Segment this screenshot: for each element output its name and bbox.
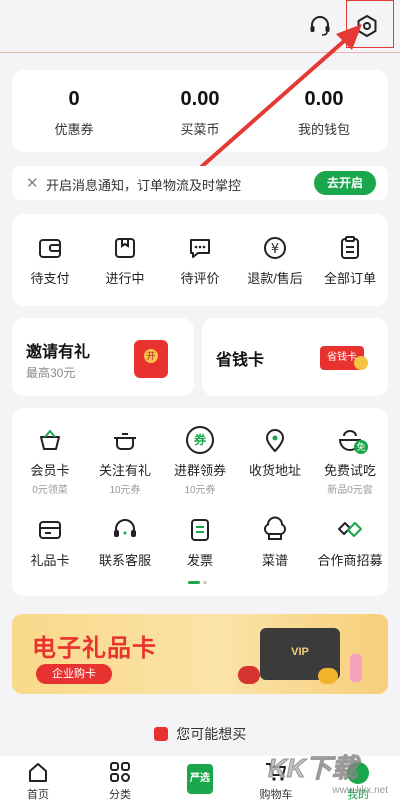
services-card: 会员卡 0元领菜 关注有礼 10元券 券 进群领券 10元券 收货地址 免 免费… [12,408,388,596]
service-join-group[interactable]: 券 进群领券 10元券 [162,426,238,496]
bowl-icon: 免 [336,426,368,454]
service-label: 收货地址 [248,463,301,478]
service-sub: 0元领菜 [32,485,68,496]
service-label: 礼品卡 [30,553,70,568]
service-label: 发票 [186,553,213,568]
service-invoice[interactable]: 发票 [162,516,238,569]
order-pending-payment[interactable]: 待支付 [12,234,88,287]
grid-icon [109,762,131,782]
comment-icon [186,234,214,262]
pot-icon [111,426,139,454]
invite-promo-card[interactable]: 邀请有礼 最高30元 开 [12,318,194,396]
chef-hat-icon [261,516,289,544]
service-label: 合作商招募 [317,553,383,568]
service-free-trial[interactable]: 免 免费试吃 新品0元尝 [312,426,388,496]
shopping-bag-icon [153,727,168,741]
service-label: 菜谱 [261,553,288,568]
red-envelope-icon: 开 [134,340,168,378]
page-indicator [188,581,200,584]
wallet-icon [36,234,64,262]
banner-title: 电子礼品卡 [32,635,157,662]
service-label: 免费试吃 [323,463,376,478]
clipboard-icon [336,234,364,262]
service-recipes[interactable]: 菜谱 [237,516,313,569]
recommend-label: 您可能想买 [176,726,247,742]
service-address[interactable]: 收货地址 [237,426,313,479]
box-icon [111,234,139,262]
service-sub: 10元券 [109,485,141,496]
order-label: 进行中 [105,271,145,286]
tab-label: 分类 [109,789,131,801]
recommend-heading: 您可能想买 [0,724,400,744]
service-follow-gift[interactable]: 关注有礼 10元券 [87,426,163,496]
order-all[interactable]: 全部订单 [312,234,388,287]
watermark: KK下载 www.kkx.net [268,748,396,800]
selection-bag-icon: 严选 [187,764,213,794]
location-icon [261,426,289,454]
invite-subtitle: 最高30元 [26,366,76,380]
refund-icon: ¥ [261,234,289,262]
service-sub: 10元券 [184,485,216,496]
vip-card-text: VIP [291,646,309,658]
notification-bar: ✕ 开启消息通知，订单物流及时掌控 去开启 [12,166,388,200]
headset-icon [111,516,139,544]
service-label: 进群领券 [173,463,226,478]
banner-subtitle: 企业购卡 [36,664,112,684]
svg-text:¥: ¥ [271,242,279,257]
order-pending-review[interactable]: 待评价 [162,234,238,287]
free-badge: 免 [354,440,368,454]
service-label: 关注有礼 [98,463,151,478]
handshake-icon [336,516,364,544]
tab-label: 首页 [27,789,49,801]
coin-icon [354,356,368,370]
watermark-brand: KK下载 [268,753,359,784]
service-sub: 新品0元尝 [327,485,373,496]
orders-card: 待支付 进行中 待评价 ¥ 退款/售后 全部订单 [12,214,388,306]
service-label: 会员卡 [30,463,70,478]
fruit-decoration [350,654,362,682]
watermark-url: www.kkx.net [332,785,388,796]
order-label: 退款/售后 [247,271,303,286]
service-gift-card[interactable]: 礼品卡 [12,516,88,569]
invite-title: 邀请有礼 [26,344,91,361]
service-customer-support[interactable]: 联系客服 [87,516,163,569]
page-indicator-dot [203,581,207,584]
service-label: 联系客服 [98,553,151,568]
annotation-arrow [198,24,362,170]
order-label: 全部订单 [323,271,376,286]
fruit-decoration [238,666,260,684]
savings-title: 省钱卡 [216,352,265,369]
invoice-icon [186,516,214,544]
envelope-label: 开 [144,349,158,363]
coupon-icon: 券 [186,426,214,454]
tab-category[interactable]: 分类 [90,756,150,803]
order-label: 待评价 [180,271,220,286]
tab-home[interactable]: 首页 [8,756,68,803]
savings-card-promo[interactable]: 省钱卡 省钱卡 [202,318,388,396]
card-icon [36,516,64,544]
notification-text: 开启消息通知，订单物流及时掌控 [46,178,242,193]
gift-card-banner[interactable]: 电子礼品卡 企业购卡 VIP [12,614,388,694]
order-in-progress[interactable]: 进行中 [87,234,163,287]
service-partner-recruit[interactable]: 合作商招募 [312,516,388,569]
home-icon [27,762,49,782]
close-icon[interactable]: ✕ [26,174,39,192]
order-refund[interactable]: ¥ 退款/售后 [237,234,313,287]
order-label: 待支付 [30,271,70,286]
basket-icon [36,426,64,454]
enable-notification-button[interactable]: 去开启 [314,171,376,195]
service-member-card[interactable]: 会员卡 0元领菜 [12,426,88,496]
tab-selection[interactable]: 严选 [170,756,230,803]
fruit-decoration [318,668,338,684]
